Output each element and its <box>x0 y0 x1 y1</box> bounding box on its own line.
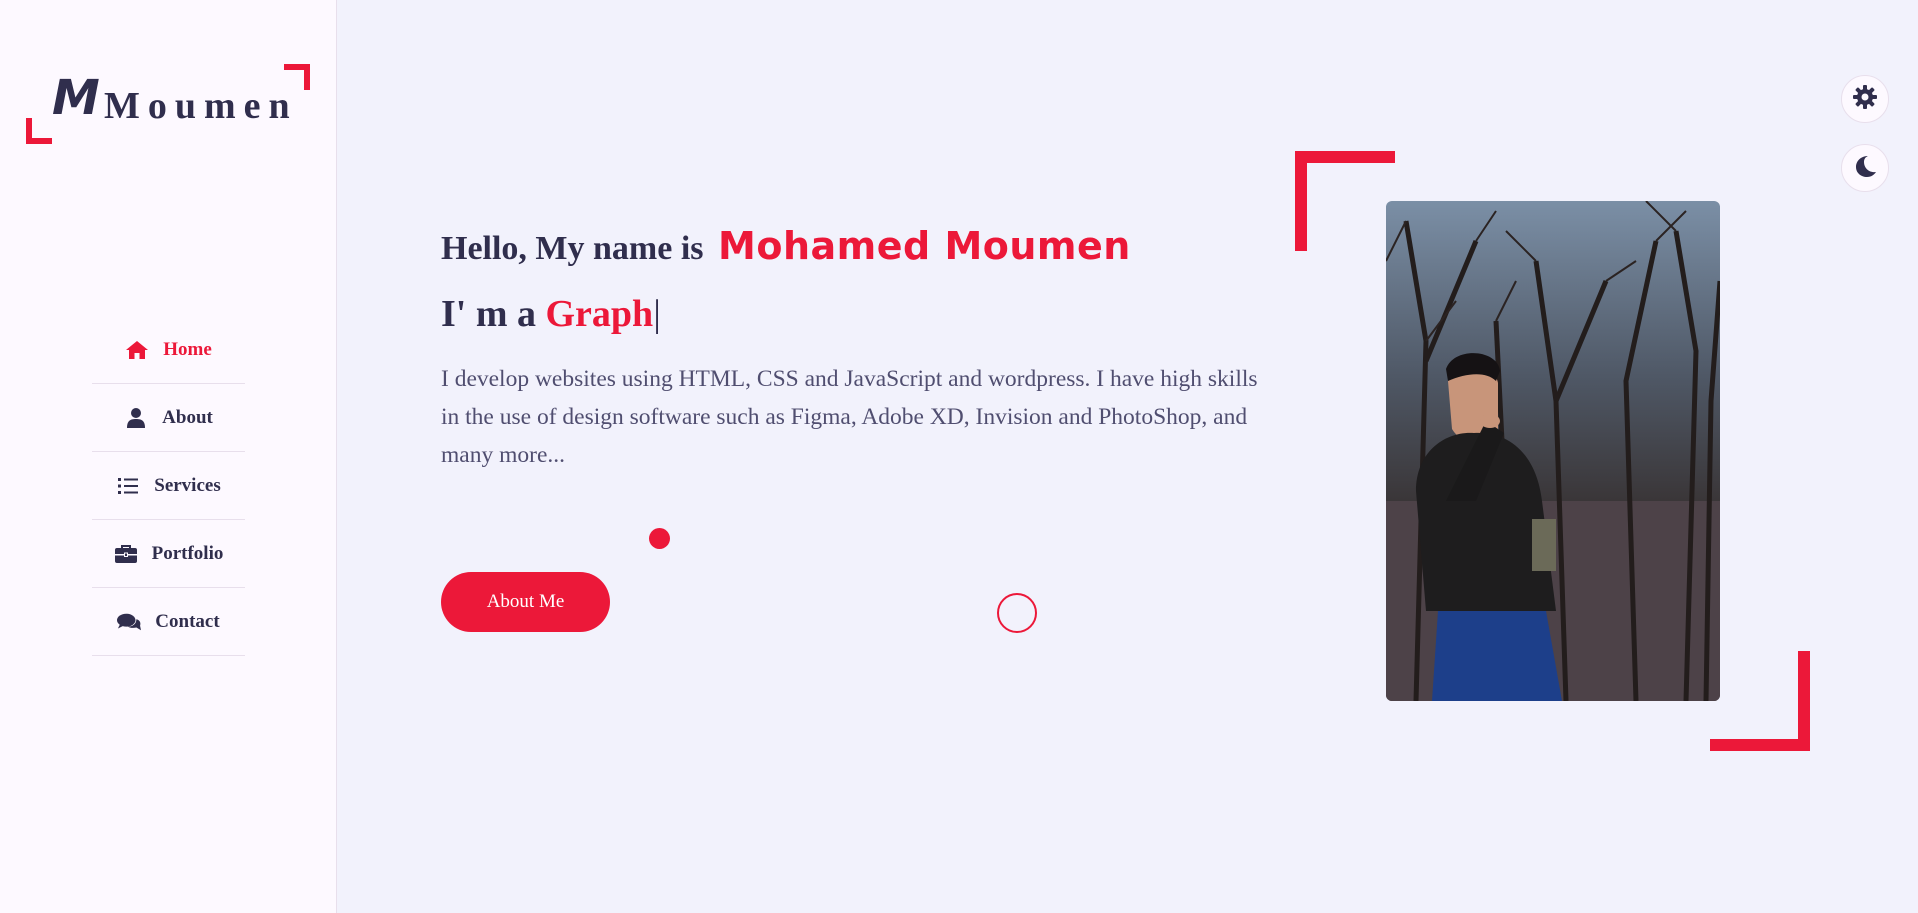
nav-item-about[interactable]: About <box>92 384 245 452</box>
home-icon <box>125 339 149 361</box>
typing-cursor: | <box>653 293 661 335</box>
nav-item-portfolio[interactable]: Portfolio <box>92 520 245 588</box>
logo[interactable]: M Moumen <box>26 64 310 144</box>
about-me-button[interactable]: About Me <box>441 572 610 632</box>
settings-toggle-button[interactable] <box>1841 75 1889 123</box>
logo-mark: M <box>52 70 100 126</box>
briefcase-icon <box>114 543 138 565</box>
nav-item-contact[interactable]: Contact <box>92 588 245 656</box>
profile-photo <box>1386 201 1720 701</box>
hero-description: I develop websites using HTML, CSS and J… <box>441 366 1258 468</box>
frame-corner-top-left <box>1295 151 1395 251</box>
nav-label-portfolio: Portfolio <box>151 542 224 564</box>
profile-photo-frame <box>1295 151 1810 751</box>
gear-icon <box>1852 84 1878 115</box>
sidebar: M Moumen Home About Services Portfolio C… <box>0 0 337 913</box>
decorative-ring <box>997 593 1037 633</box>
hero-section: Hello, My name is Mohamed Moumen I' m a … <box>441 224 1271 474</box>
list-icon <box>116 475 140 497</box>
hero-greeting: Hello, My name is Mohamed Moumen <box>441 224 1271 268</box>
theme-toggle-button[interactable] <box>1841 144 1889 192</box>
moon-icon <box>1853 154 1877 183</box>
frame-corner-bottom-right <box>1710 651 1810 751</box>
comments-icon <box>117 611 142 633</box>
greeting-text: Hello, My name is <box>441 230 704 267</box>
nav-label-services: Services <box>154 474 221 496</box>
role-typed: Graph <box>545 293 654 335</box>
hero-role: I' m a Graph| <box>441 292 1271 336</box>
logo-text: Moumen <box>104 85 298 127</box>
main-nav: Home About Services Portfolio Contact <box>92 316 245 656</box>
decorative-dot <box>649 528 670 549</box>
nav-label-home: Home <box>163 338 212 360</box>
logo-corner-bottom-left <box>26 118 52 144</box>
role-prefix: I' m a <box>441 293 536 335</box>
nav-item-services[interactable]: Services <box>92 452 245 520</box>
hero-name: Mohamed Moumen <box>718 224 1131 268</box>
nav-item-home[interactable]: Home <box>92 316 245 384</box>
user-icon <box>124 407 148 429</box>
nav-label-contact: Contact <box>155 610 220 632</box>
nav-label-about: About <box>162 406 213 428</box>
